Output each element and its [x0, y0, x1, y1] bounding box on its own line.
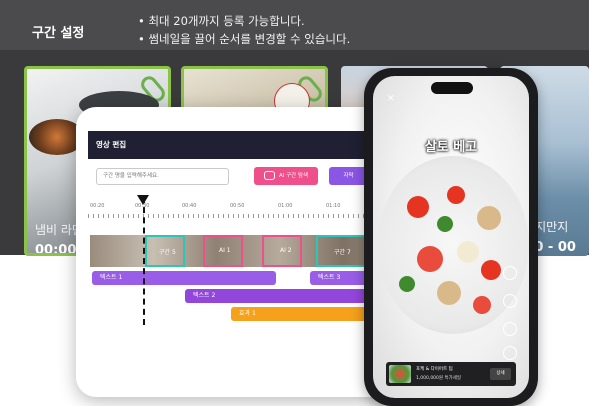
- ruler-tick: 00:20: [90, 203, 105, 209]
- segment-label: AI 1: [219, 247, 231, 254]
- panel-header: 구간 설정 • 최대 20개까지 등록 가능합니다. • 썸네일을 끌어 순서를…: [0, 0, 589, 50]
- tomato-image: [417, 246, 443, 272]
- subtitle-button[interactable]: 자막: [329, 167, 368, 185]
- segment-clip[interactable]: AI 1: [203, 235, 243, 267]
- ruler-ticks: [88, 214, 406, 218]
- product-banner[interactable]: 포케 & 다이어트 팁 1,000,000원 특가세일 상세: [386, 362, 516, 386]
- note-drag-order: • 썸네일을 끌어 순서를 변경할 수 있습니다.: [138, 32, 351, 46]
- phone-preview: ✕ 살토 베고 포케 & 다이어트 팁 1,000,000원 특가세일 상세: [364, 68, 538, 406]
- close-icon[interactable]: ✕: [387, 94, 395, 104]
- segment-label: 구간 5: [159, 249, 176, 256]
- cheese-image: [457, 241, 479, 263]
- banner-title: 포케 & 다이어트 팁: [416, 367, 453, 372]
- tomato-image: [447, 186, 465, 204]
- bread-image: [477, 206, 501, 230]
- section-title: 구간 설정: [32, 26, 85, 41]
- section-notes: • 최대 20개까지 등록 가능합니다. • 썸네일을 끌어 순서를 변경할 수…: [138, 12, 350, 48]
- banner-price: 1,000,000원 특가세일: [416, 376, 462, 381]
- text-track-1[interactable]: 텍스트 1: [92, 271, 276, 285]
- section-name-input[interactable]: [96, 168, 229, 185]
- playhead-line[interactable]: [143, 197, 145, 325]
- video-caption: 살토 베고: [424, 140, 478, 155]
- ai-search-label: AI 구간 탐색: [278, 173, 309, 179]
- segment-clip[interactable]: 구간 7: [316, 235, 368, 267]
- comment-icon[interactable]: [503, 322, 517, 336]
- note-max-count: • 최대 20개까지 등록 가능합니다.: [138, 14, 305, 28]
- segment-clip[interactable]: 구간 5: [145, 235, 185, 267]
- ruler-tick: 00:40: [182, 203, 197, 209]
- video-editor-card: 영상 편집 AI 구간 탐색 자막 00:20 00:30 00:40 00:5…: [76, 107, 406, 397]
- product-thumbnail: [389, 365, 411, 383]
- ruler-tick: 01:10: [326, 203, 341, 209]
- editor-header: 영상 편집: [88, 131, 406, 159]
- ruler-tick: 01:00: [278, 203, 293, 209]
- ai-search-button[interactable]: AI 구간 탐색: [254, 167, 318, 185]
- robot-icon: [263, 171, 275, 180]
- bread-image: [437, 281, 461, 305]
- editor-title: 영상 편집: [96, 140, 127, 149]
- tomato-image: [473, 296, 491, 314]
- more-icon[interactable]: [503, 346, 517, 360]
- heart-icon[interactable]: [503, 294, 517, 308]
- thumbnail-time: 00:00:: [35, 243, 82, 256]
- ruler-tick: 00:50: [230, 203, 245, 209]
- share-icon[interactable]: [503, 266, 517, 280]
- segment-clip[interactable]: AI 2: [262, 235, 302, 267]
- timeline-ruler[interactable]: 00:20 00:30 00:40 00:50 01:00 01:10: [88, 203, 406, 223]
- banner-detail-button[interactable]: 상세: [490, 368, 511, 380]
- segment-label: 구간 7: [334, 249, 351, 256]
- basil-image: [437, 216, 453, 232]
- segment-label: AI 2: [280, 247, 292, 254]
- tomato-image: [481, 260, 501, 280]
- tomato-image: [407, 196, 429, 218]
- phone-screen: ✕ 살토 베고 포케 & 다이어트 팁 1,000,000원 특가세일 상세: [373, 76, 529, 398]
- basil-image: [399, 276, 415, 292]
- dynamic-island: [431, 82, 473, 94]
